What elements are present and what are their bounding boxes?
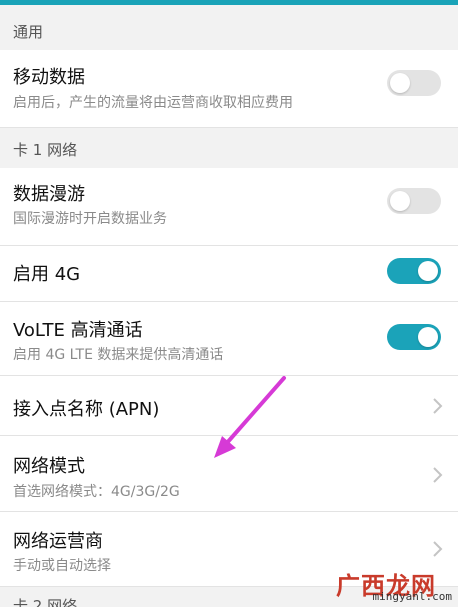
section-header-sim1: 卡 1 网络	[0, 128, 458, 168]
toggle-knob	[418, 261, 438, 281]
row-enable-4g[interactable]: 启用 4G	[0, 246, 458, 302]
row-mobile-data[interactable]: 移动数据 启用后，产生的流量将由运营商收取相应费用	[0, 50, 458, 128]
mobile-data-toggle[interactable]	[387, 70, 441, 96]
data-roaming-toggle[interactable]	[387, 188, 441, 214]
row-title: 接入点名称 (APN)	[13, 399, 160, 420]
section-header-label: 通用	[13, 23, 44, 41]
row-data-roaming[interactable]: 数据漫游 国际漫游时开启数据业务	[0, 168, 458, 246]
chevron-right-icon	[433, 541, 443, 557]
chevron-right-icon	[433, 467, 443, 483]
row-title: 网络运营商	[13, 531, 103, 552]
row-network-mode[interactable]: 网络模式 首选网络模式：4G/3G/2G	[0, 436, 458, 512]
row-subtitle: 启用后，产生的流量将由运营商收取相应费用	[13, 95, 293, 111]
row-title: 移动数据	[13, 67, 85, 88]
row-apn[interactable]: 接入点名称 (APN)	[0, 376, 458, 436]
toggle-knob	[418, 327, 438, 347]
row-title: 网络模式	[13, 456, 85, 477]
section-header-label: 卡 2 网络	[13, 597, 78, 607]
row-subtitle: 首选网络模式：4G/3G/2G	[13, 484, 180, 500]
row-subtitle: 国际漫游时开启数据业务	[13, 211, 167, 227]
row-title: VoLTE 高清通话	[13, 320, 143, 341]
section-header-label: 卡 1 网络	[13, 141, 78, 159]
row-volte[interactable]: VoLTE 高清通话 启用 4G LTE 数据来提供高清通话	[0, 302, 458, 376]
volte-toggle[interactable]	[387, 324, 441, 350]
watermark-url: mingyanl.com	[372, 590, 452, 603]
enable-4g-toggle[interactable]	[387, 258, 441, 284]
section-header-general: 通用	[0, 5, 458, 50]
chevron-right-icon	[433, 398, 443, 414]
row-subtitle: 手动或自动选择	[13, 558, 111, 574]
row-title: 数据漫游	[13, 184, 85, 205]
toggle-knob	[390, 191, 410, 211]
row-subtitle: 启用 4G LTE 数据来提供高清通话	[13, 347, 224, 363]
toggle-knob	[390, 73, 410, 93]
row-title: 启用 4G	[13, 264, 81, 285]
